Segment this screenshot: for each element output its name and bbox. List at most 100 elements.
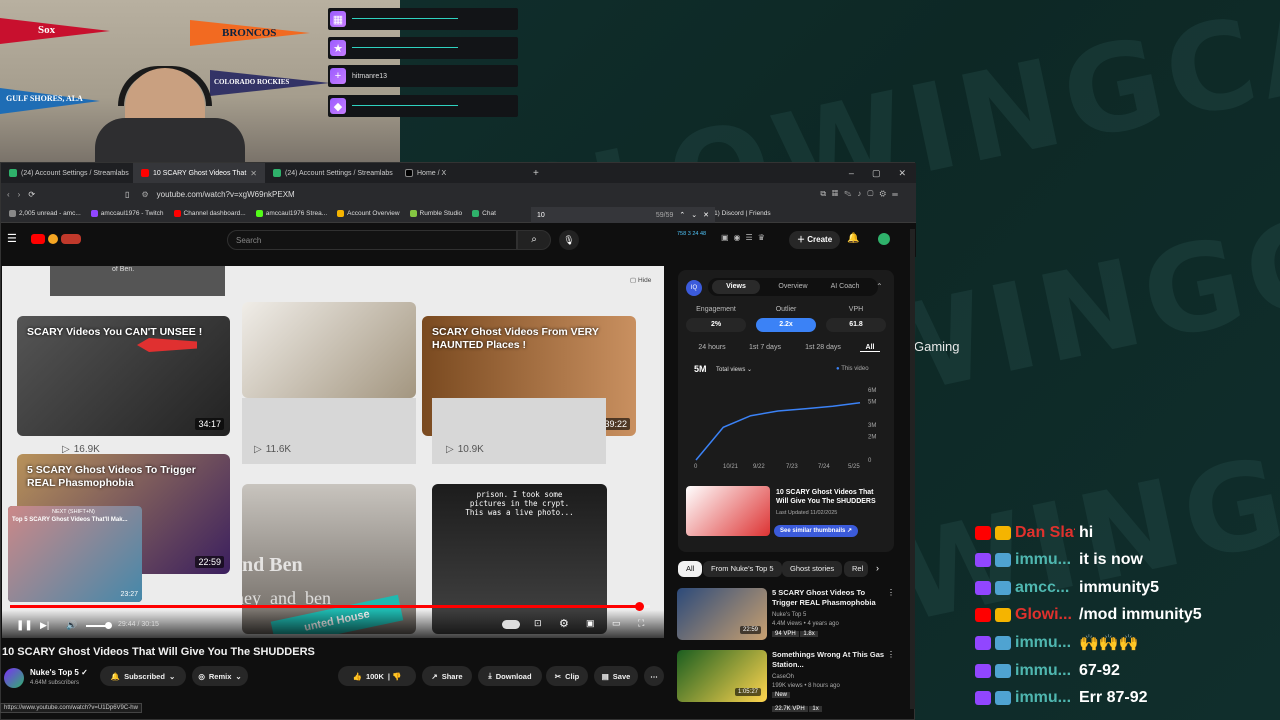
theater-icon[interactable]: ▭: [612, 618, 621, 629]
streamlabs-icon: [273, 169, 281, 177]
notifications-icon[interactable]: 🔔: [847, 233, 859, 244]
next-icon[interactable]: ▶|: [40, 620, 49, 631]
find-close-button[interactable]: ✕: [703, 211, 709, 219]
extension-icons[interactable]: ▣◉☰♛: [721, 233, 770, 242]
site-info-icon[interactable]: ⚙: [141, 190, 148, 199]
chat-text: it is now: [1079, 551, 1143, 568]
browser-tab[interactable]: Home / X: [397, 163, 529, 183]
mic-icon[interactable]: 🎙: [559, 230, 579, 250]
reload-icon[interactable]: ⟳: [28, 190, 35, 199]
extensions-icons[interactable]: ⧉▦✎♪▢⚙☰: [820, 189, 904, 199]
chip-ghost-stories[interactable]: Ghost stories: [782, 561, 843, 577]
recommended-video[interactable]: 1:05:27 Somethings Wrong At This Gas Sta…: [677, 650, 897, 712]
remix-button[interactable]: ◎ Remix ⌄: [192, 666, 248, 686]
miniplayer-icon[interactable]: ▣: [586, 618, 595, 629]
time-display: 29:44 / 30:15: [118, 621, 159, 628]
volume-icon[interactable]: 🔊: [66, 620, 77, 631]
video-player[interactable]: of Ben. ▢ Hide SCARY Videos You CAN'T UN…: [2, 266, 664, 638]
like-button[interactable]: 👍 100K | 👎: [338, 666, 416, 686]
recommended-video[interactable]: 22:59 5 SCARY Ghost Videos To Trigger RE…: [677, 588, 897, 644]
chip-all[interactable]: All: [678, 561, 703, 577]
chip-related[interactable]: Rel: [844, 561, 868, 577]
up-next-label: NEXT (SHIFT+N): [52, 509, 95, 515]
youtube-logo[interactable]: [31, 234, 45, 244]
bookmark-item[interactable]: amccaul1976 - Twitch: [90, 210, 164, 217]
tab-ai-coach[interactable]: AI Coach: [820, 280, 870, 294]
more-button[interactable]: ⋯: [644, 666, 664, 686]
volume-handle[interactable]: [105, 622, 112, 629]
chips-next-icon[interactable]: ›: [876, 563, 879, 573]
y-tick-label: 2M: [868, 435, 876, 441]
captions-icon[interactable]: ⊡: [534, 618, 542, 629]
avatar[interactable]: [878, 233, 890, 245]
browser-tab-active[interactable]: 10 SCARY Ghost Videos That ✕: [133, 163, 265, 183]
similar-thumbnails-button[interactable]: See similar thumbnails ↗: [774, 525, 859, 537]
twitch-icon: [975, 553, 991, 567]
browser-tab[interactable]: (24) Account Settings / Streamlabs✕: [265, 163, 397, 183]
find-prev-button[interactable]: ⌃: [679, 211, 685, 219]
chat-username: immu...: [1015, 551, 1072, 568]
share-button[interactable]: ↗ Share: [422, 666, 472, 686]
more-icon[interactable]: ⋮: [887, 650, 895, 659]
chip-from-channel[interactable]: From Nuke's Top 5: [703, 561, 782, 577]
bookmark-item[interactable]: Channel dashboard...: [173, 210, 246, 217]
forward-icon[interactable]: ›: [18, 190, 21, 199]
find-bar: 10 59/59 ⌃ ⌄ ✕: [531, 207, 715, 223]
plus-icon: +: [330, 68, 346, 84]
grid-icon: ▦: [330, 11, 346, 27]
bookmark-item[interactable]: amccaul1976 Strea...: [255, 210, 327, 217]
views-dropdown[interactable]: Total views ⌄: [716, 366, 752, 373]
fullscreen-icon[interactable]: ⛶: [638, 618, 644, 629]
bookmark-item[interactable]: 2,005 unread - amc...: [9, 210, 81, 217]
arrow-graphic: [137, 338, 197, 352]
bookmark-item[interactable]: Account Overview: [337, 210, 400, 217]
settings-icon[interactable]: ⚙: [559, 617, 569, 630]
range-tab-all[interactable]: All: [860, 344, 880, 352]
bookmark-item[interactable]: Rumble Studio: [409, 210, 462, 217]
range-tab[interactable]: 1st 7 days: [740, 344, 790, 351]
bookmark-icon[interactable]: ▯: [125, 190, 129, 199]
range-tab[interactable]: 24 hours: [690, 344, 734, 351]
rec-title: 5 SCARY Ghost Videos To Trigger REAL Pha…: [772, 588, 876, 607]
channel-name[interactable]: Nuke's Top 5 ✓: [30, 668, 88, 677]
search-input[interactable]: Search: [227, 230, 517, 250]
hide-button[interactable]: ▢ Hide: [630, 276, 651, 284]
up-next-card[interactable]: NEXT (SHIFT+N) Top 5 SCARY Ghost Videos …: [8, 506, 142, 602]
find-next-button[interactable]: ⌄: [691, 211, 697, 219]
find-input[interactable]: 10: [537, 212, 545, 219]
bookmark-item[interactable]: Chat: [472, 210, 496, 217]
end-screen-video[interactable]: [242, 302, 416, 398]
clip-button[interactable]: ✂ Clip: [546, 666, 588, 686]
autoplay-toggle[interactable]: [502, 620, 520, 629]
tab-views[interactable]: Views: [712, 280, 760, 294]
channel-avatar[interactable]: [4, 668, 24, 688]
more-icon[interactable]: ⋮: [887, 588, 895, 597]
maximize-button[interactable]: ▢: [872, 168, 881, 179]
close-window-button[interactable]: ✕: [898, 168, 906, 179]
create-button[interactable]: ＋ Create: [789, 231, 841, 249]
stats-mini: 758 3 24 48: [677, 231, 707, 237]
end-screen-video[interactable]: SCARY Videos You CAN'T UNSEE ! 34:17: [17, 316, 230, 436]
menu-icon[interactable]: ☰: [7, 232, 17, 245]
tab-overview[interactable]: Overview: [768, 280, 818, 294]
back-icon[interactable]: ‹: [7, 190, 10, 199]
promo-thumbnail[interactable]: [686, 486, 770, 536]
top-caption: of Ben.: [112, 266, 135, 273]
collapse-icon[interactable]: ⌃: [876, 282, 883, 291]
close-icon[interactable]: ✕: [250, 169, 257, 178]
views-line: [695, 402, 861, 461]
browser-tab[interactable]: (24) Account Settings / Streamlabs✕: [1, 163, 133, 183]
save-button[interactable]: ▤ Save: [594, 666, 638, 686]
progress-fill[interactable]: [10, 605, 640, 608]
minimize-button[interactable]: –: [849, 168, 854, 179]
download-button[interactable]: ⤓ Download: [478, 666, 542, 686]
url-field[interactable]: youtube.com/watch?v=xgW69nkPEXM: [157, 190, 295, 199]
page-scrollbar[interactable]: [910, 229, 915, 709]
chat-username: immu...: [1015, 689, 1072, 706]
search-button[interactable]: ⌕: [517, 230, 551, 250]
new-tab-button[interactable]: +: [533, 168, 539, 179]
subscribed-button[interactable]: 🔔 Subscribed ⌄: [100, 666, 186, 686]
pause-icon[interactable]: ❚❚: [16, 620, 33, 631]
range-tab[interactable]: 1st 28 days: [796, 344, 850, 351]
metric-label: VPH: [848, 306, 864, 313]
